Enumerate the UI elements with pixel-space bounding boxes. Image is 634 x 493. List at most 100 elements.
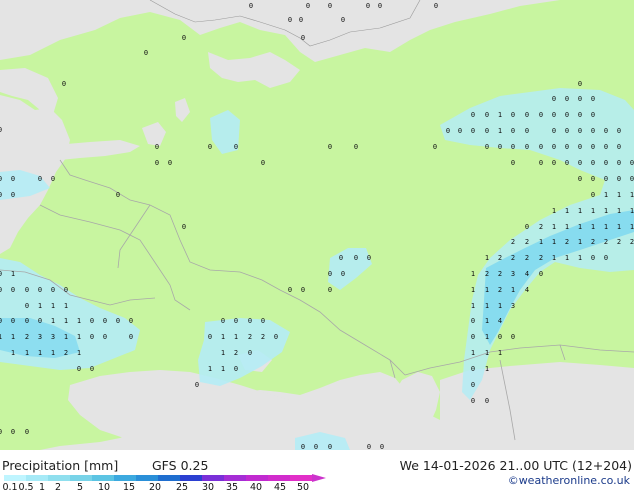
precip-value-label: 0: [328, 443, 332, 450]
precip-value-label: 0: [511, 143, 515, 151]
scale-tick-label: 50: [296, 482, 310, 493]
precip-value-label: 0: [511, 111, 515, 119]
precip-value-label: 1: [617, 191, 621, 199]
precip-value-label: 3: [511, 270, 515, 278]
precip-value-label: 0: [552, 159, 556, 167]
precip-value-label: 1: [578, 254, 582, 262]
precip-value-label: 0: [617, 127, 621, 135]
precip-value-label: 0: [367, 443, 371, 450]
precip-value-label: 0: [288, 286, 292, 294]
precip-value-label: 0: [525, 127, 529, 135]
precip-value-label: 1: [77, 333, 81, 341]
precip-value-label: 0: [378, 2, 382, 10]
precip-value-label: 0: [552, 95, 556, 103]
precip-value-label: 1: [471, 349, 475, 357]
precip-value-label: 4: [525, 286, 529, 294]
precip-value-label: 1: [617, 223, 621, 231]
precip-value-label: 1: [552, 223, 556, 231]
source-credit: ©weatheronline.co.uk: [507, 474, 630, 487]
precip-value-label: 0: [261, 159, 265, 167]
precip-value-label: 4: [525, 270, 529, 278]
precip-value-label: 0: [221, 317, 225, 325]
scale-swatch: [202, 475, 224, 481]
scale-swatch: [48, 475, 70, 481]
precip-value-label: 2: [511, 238, 515, 246]
precip-value-label: 0: [77, 365, 81, 373]
precip-value-label: 2: [565, 238, 569, 246]
precip-value-label: 0: [38, 286, 42, 294]
precip-value-label: 2: [498, 286, 502, 294]
precip-value-label: 0: [144, 49, 148, 57]
precip-value-label: 0: [261, 317, 265, 325]
precip-value-label: 0: [511, 127, 515, 135]
precip-value-label: 0: [301, 443, 305, 450]
precip-value-label: 0: [565, 127, 569, 135]
precip-value-label: 0: [591, 254, 595, 262]
precip-value-label: 1: [630, 207, 634, 215]
scale-tick-label: 25: [175, 482, 189, 493]
precip-value-label: 0: [341, 270, 345, 278]
precip-value-label: 2: [591, 238, 595, 246]
precip-value-label: 1: [485, 317, 489, 325]
precip-value-label: 0: [11, 191, 15, 199]
precip-value-label: 0: [0, 126, 2, 134]
precip-value-label: 1: [485, 349, 489, 357]
precip-value-label: 0: [288, 16, 292, 24]
scale-tick-label: 5: [76, 482, 84, 493]
precip-value-label: 0: [25, 428, 29, 436]
precip-value-label: 0: [208, 333, 212, 341]
precip-value-label: 0: [525, 143, 529, 151]
precip-value-label: 0: [38, 175, 42, 183]
precip-value-label: 0: [0, 191, 2, 199]
precip-value-label: 2: [525, 238, 529, 246]
precip-value-label: 2: [539, 223, 543, 231]
precip-value-label: 1: [51, 349, 55, 357]
scale-tick-label: 30: [201, 482, 215, 493]
model-name: GFS 0.25: [152, 458, 209, 473]
legend-footer: Precipitation [mm] GFS 0.25 We 14-01-202…: [0, 450, 634, 493]
precip-value-label: 0: [182, 223, 186, 231]
precip-value-label: 1: [471, 270, 475, 278]
precip-value-label: 0: [129, 317, 133, 325]
precip-value-label: 0: [511, 333, 515, 341]
precip-value-label: 1: [604, 223, 608, 231]
precip-value-label: 1: [565, 207, 569, 215]
precip-value-label: 3: [511, 302, 515, 310]
precip-value-label: 1: [552, 254, 556, 262]
precip-value-label: 0: [591, 95, 595, 103]
precip-value-label: 0: [604, 143, 608, 151]
precip-value-label: 1: [578, 223, 582, 231]
precip-value-label: 0: [485, 143, 489, 151]
precip-value-label: 0: [0, 428, 2, 436]
precip-value-label: 0: [604, 175, 608, 183]
precip-value-label: 0: [565, 95, 569, 103]
scale-tick-label: 45: [273, 482, 287, 493]
precip-value-label: 1: [498, 127, 502, 135]
precip-value-label: 0: [434, 2, 438, 10]
precip-value-label: 1: [11, 349, 15, 357]
precip-value-label: 2: [261, 333, 265, 341]
precip-value-label: 0: [354, 254, 358, 262]
scale-tick-label: 15: [122, 482, 136, 493]
precip-value-label: 1: [604, 191, 608, 199]
precip-value-label: 0: [485, 111, 489, 119]
precip-value-label: 0: [182, 34, 186, 42]
precip-value-label: 0: [604, 127, 608, 135]
forecast-datetime: We 14-01-2026 21..00 UTC (12+204): [399, 458, 632, 473]
precip-value-label: 0: [617, 159, 621, 167]
precip-value-label: 0: [565, 111, 569, 119]
precip-value-label: 0: [301, 286, 305, 294]
precip-value-label: 2: [485, 270, 489, 278]
precip-value-label: 1: [221, 333, 225, 341]
precip-value-label: 1: [630, 191, 634, 199]
precip-value-label: 0: [116, 317, 120, 325]
precip-value-label: 1: [485, 286, 489, 294]
precip-value-label: 0: [539, 143, 543, 151]
scale-tick-label: 1: [38, 482, 46, 493]
precip-value-label: 0: [498, 333, 502, 341]
precip-value-label: 1: [51, 302, 55, 310]
scale-swatch: [246, 475, 268, 481]
precip-value-label: 0: [0, 270, 2, 278]
precip-value-label: 1: [591, 223, 595, 231]
precip-value-label: 0: [306, 2, 310, 10]
